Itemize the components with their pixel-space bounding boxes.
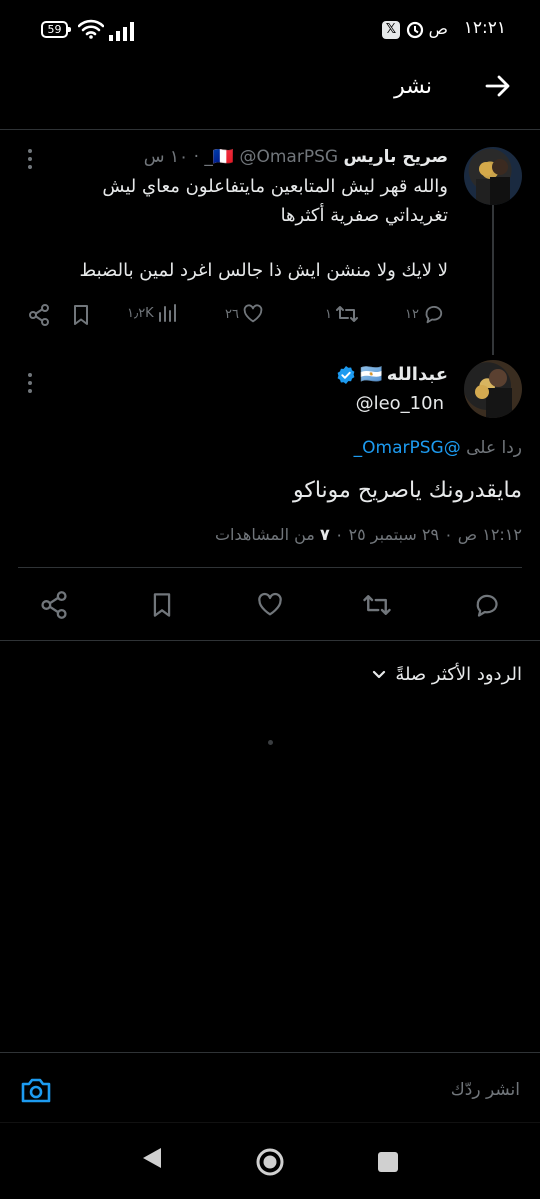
share-icon xyxy=(29,304,49,326)
circle-home-icon xyxy=(256,1148,284,1176)
main-tweet-name-row: عبدالله 🇦🇷 xyxy=(148,364,448,385)
reply-icon xyxy=(425,305,443,324)
divider xyxy=(0,1052,540,1053)
like-button[interactable]: ٢٦ xyxy=(225,303,264,325)
flag: 🇦🇷 xyxy=(360,364,383,385)
share-icon xyxy=(41,591,67,619)
nav-back-button[interactable] xyxy=(140,1145,164,1171)
views-count: ٧ xyxy=(319,525,330,544)
page-title: نشر xyxy=(394,74,432,99)
retweet-icon xyxy=(363,595,391,615)
reply-input[interactable]: انشر ردّك xyxy=(451,1080,520,1100)
tweet-meta: ١٢:١٢ ص ٠ ٢٩ سبتمبر ٢٥ ٠ ٧ من المشاهدات xyxy=(22,525,522,544)
retweet-icon xyxy=(335,306,358,322)
flag: 🇫🇷 xyxy=(212,147,235,167)
views-button[interactable]: ١٫٢K xyxy=(127,303,177,323)
timestamp: ١٢:١٢ ص ٠ ٢٩ سبتمبر ٢٥ ٠ xyxy=(334,525,522,544)
square-recents-icon xyxy=(378,1152,398,1172)
battery-icon: 59 xyxy=(41,21,71,38)
sort-replies-dropdown[interactable]: الردود الأكثر صلةً xyxy=(371,664,522,685)
x-app-icon: 𝕏 xyxy=(382,21,400,39)
status-time: ١٢:٢١ xyxy=(463,18,506,38)
divider xyxy=(18,567,522,568)
loading-indicator xyxy=(268,740,273,745)
thread-line xyxy=(492,205,494,355)
retweet-count: ١ xyxy=(325,306,332,322)
clock-icon xyxy=(406,21,424,39)
handle[interactable]: @leo_10n xyxy=(356,393,444,414)
chevron-down-icon xyxy=(373,670,386,678)
camera-button[interactable] xyxy=(20,1076,52,1104)
sort-label: الردود الأكثر صلةً xyxy=(395,664,522,685)
like-button[interactable] xyxy=(250,585,290,625)
tweet-line: والله قهر ليش المتابعين مايتفاعلون معاي … xyxy=(102,176,448,197)
reply-count: ١٢ xyxy=(405,306,419,322)
nav-recents-button[interactable] xyxy=(377,1151,399,1173)
battery-level: 59 xyxy=(47,23,62,36)
avatar[interactable] xyxy=(464,147,522,205)
reply-icon xyxy=(476,594,498,617)
bookmark-icon xyxy=(153,593,171,617)
analytics-icon xyxy=(158,304,176,322)
divider xyxy=(0,1122,540,1123)
reply-to-label: ردا على xyxy=(466,438,522,458)
signal-icon xyxy=(108,21,136,41)
tweet-line: لا لايك ولا منشن ايش ذا جالس اغرد لمين ب… xyxy=(79,260,448,281)
wifi-icon xyxy=(78,19,104,39)
nav-home-button[interactable] xyxy=(255,1147,285,1177)
more-vertical-icon xyxy=(28,373,32,393)
reply-button[interactable] xyxy=(466,585,506,625)
main-tweet-text: مايقدرونك ياصريح موناكو xyxy=(293,478,522,503)
reply-to-line: ردا على @OmarPSG_ xyxy=(354,438,522,458)
share-button[interactable] xyxy=(34,585,74,625)
more-vertical-icon xyxy=(28,149,32,169)
status-ampm: ص xyxy=(428,19,448,38)
avatar[interactable] xyxy=(464,360,522,418)
share-button[interactable] xyxy=(28,304,50,326)
parent-tweet-text: والله قهر ليش المتابعين مايتفاعلون معاي … xyxy=(18,172,448,230)
display-name[interactable]: صريح باريس xyxy=(343,147,448,167)
views-label: من المشاهدات xyxy=(214,525,315,544)
parent-tweet-header: صريح باريس 🇫🇷 @OmarPSG_ · ١٠ س xyxy=(143,147,448,167)
bookmark-icon xyxy=(74,305,88,325)
view-count: ١٫٢K xyxy=(127,305,154,321)
divider xyxy=(0,640,540,641)
heart-icon xyxy=(243,304,263,323)
back-button[interactable] xyxy=(484,72,512,100)
retweet-button[interactable] xyxy=(357,585,397,625)
reply-to-handle[interactable]: @OmarPSG_ xyxy=(354,438,461,458)
reply-button[interactable]: ١٢ xyxy=(405,303,444,325)
camera-icon xyxy=(21,1078,51,1103)
header-divider xyxy=(0,129,540,130)
more-options-button[interactable] xyxy=(22,148,38,170)
more-options-button[interactable] xyxy=(22,372,38,394)
tweet-line: تغريداتي صفرية أكثرها xyxy=(280,205,448,226)
display-name[interactable]: عبدالله xyxy=(387,364,448,385)
triangle-back-icon xyxy=(143,1148,161,1168)
like-count: ٢٦ xyxy=(225,306,239,322)
verified-badge-icon xyxy=(337,365,355,384)
heart-icon xyxy=(258,592,282,616)
bookmark-button[interactable] xyxy=(70,304,92,326)
arrow-right-icon xyxy=(485,75,510,97)
retweet-button[interactable]: ١ xyxy=(325,303,359,325)
bookmark-button[interactable] xyxy=(142,585,182,625)
time-ago: ١٠ س xyxy=(143,147,189,167)
